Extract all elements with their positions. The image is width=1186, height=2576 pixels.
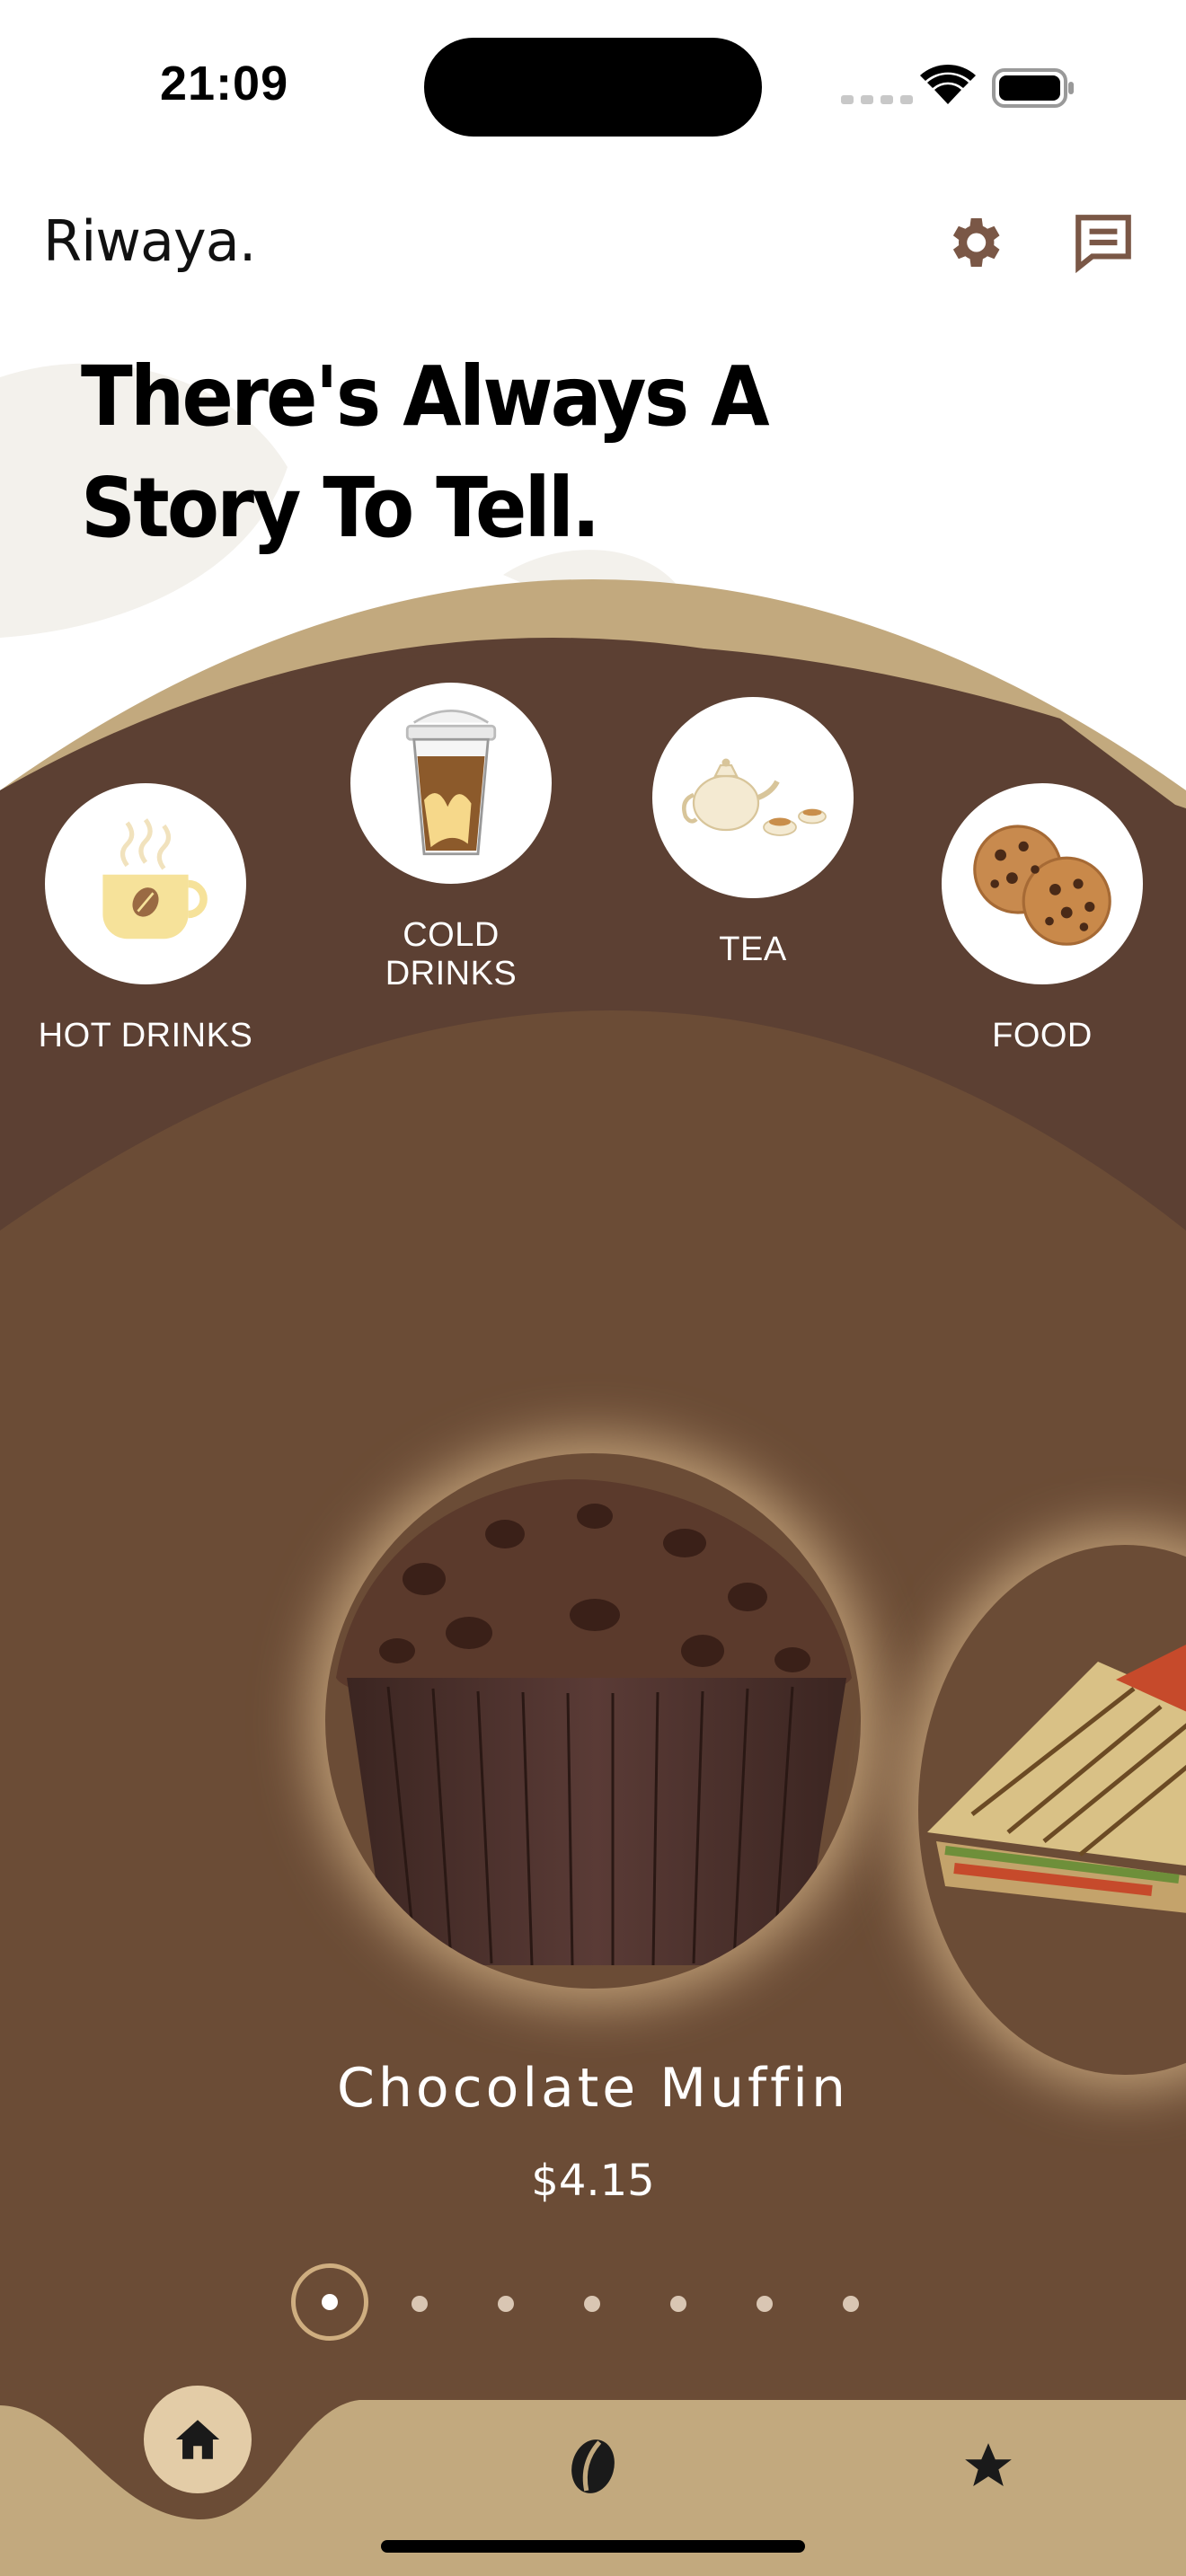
page-dot[interactable]: [757, 2296, 773, 2312]
home-icon: [175, 2420, 220, 2459]
page-dot[interactable]: [670, 2296, 686, 2312]
home-indicator: [381, 2540, 805, 2553]
iced-coffee-cup-icon: [405, 709, 497, 856]
category-label: HOT DRINKS: [38, 1017, 253, 1054]
category-label: TEA: [719, 931, 787, 968]
status-icons: [841, 64, 1074, 108]
product-name: Chocolate Muffin: [336, 2057, 849, 2120]
messages-button[interactable]: [1067, 207, 1139, 278]
category-hot-drinks[interactable]: HOT DRINKS: [29, 783, 262, 1055]
teapot-set-icon: [682, 758, 827, 836]
page-dot[interactable]: [498, 2296, 514, 2312]
nav-beans[interactable]: [557, 2430, 629, 2502]
settings-button[interactable]: [938, 207, 1010, 278]
product-price: $4.15: [531, 2156, 655, 2206]
battery-icon: [992, 68, 1074, 108]
food-image: [942, 783, 1143, 984]
page-dot[interactable]: [843, 2296, 859, 2312]
app-screen: 21:09 Riwaya. There's Always A Story To …: [0, 0, 1186, 2576]
product-image-frame[interactable]: [325, 1453, 861, 1989]
gear-icon: [952, 218, 1000, 267]
nav-home[interactable]: [144, 2386, 252, 2493]
chocolate-muffin-image: [336, 1478, 852, 1966]
cellular-signal-icon: [841, 95, 913, 104]
nav-favorites[interactable]: [952, 2430, 1024, 2502]
category-tea[interactable]: TEA: [636, 697, 870, 969]
category-label: COLD DRINKS: [385, 916, 518, 992]
category-food[interactable]: FOOD: [925, 783, 1159, 1055]
page-dot-active-inner: [322, 2294, 338, 2310]
page-dot[interactable]: [584, 2296, 600, 2312]
message-icon: [1075, 215, 1131, 274]
hot-drinks-image: [45, 783, 246, 984]
brand-logo: Riwaya.: [43, 208, 256, 274]
hot-coffee-cup-icon: [102, 818, 208, 940]
carousel-pagination: [0, 2263, 1186, 2344]
wifi-icon: [920, 64, 976, 104]
status-time: 21:09: [160, 57, 289, 110]
tea-image: [652, 697, 854, 898]
category-label: FOOD: [992, 1017, 1093, 1054]
cold-drinks-image: [350, 683, 552, 884]
page-dot-active[interactable]: [291, 2263, 368, 2341]
dynamic-island: [424, 38, 762, 137]
cookies-icon: [973, 825, 1111, 946]
tagline-heading: There's Always A Story To Tell.: [81, 348, 770, 556]
coffee-bean-icon: [571, 2439, 615, 2493]
star-icon: [965, 2443, 1012, 2486]
category-cold-drinks[interactable]: COLD DRINKS: [334, 683, 568, 993]
page-dot[interactable]: [412, 2296, 428, 2312]
